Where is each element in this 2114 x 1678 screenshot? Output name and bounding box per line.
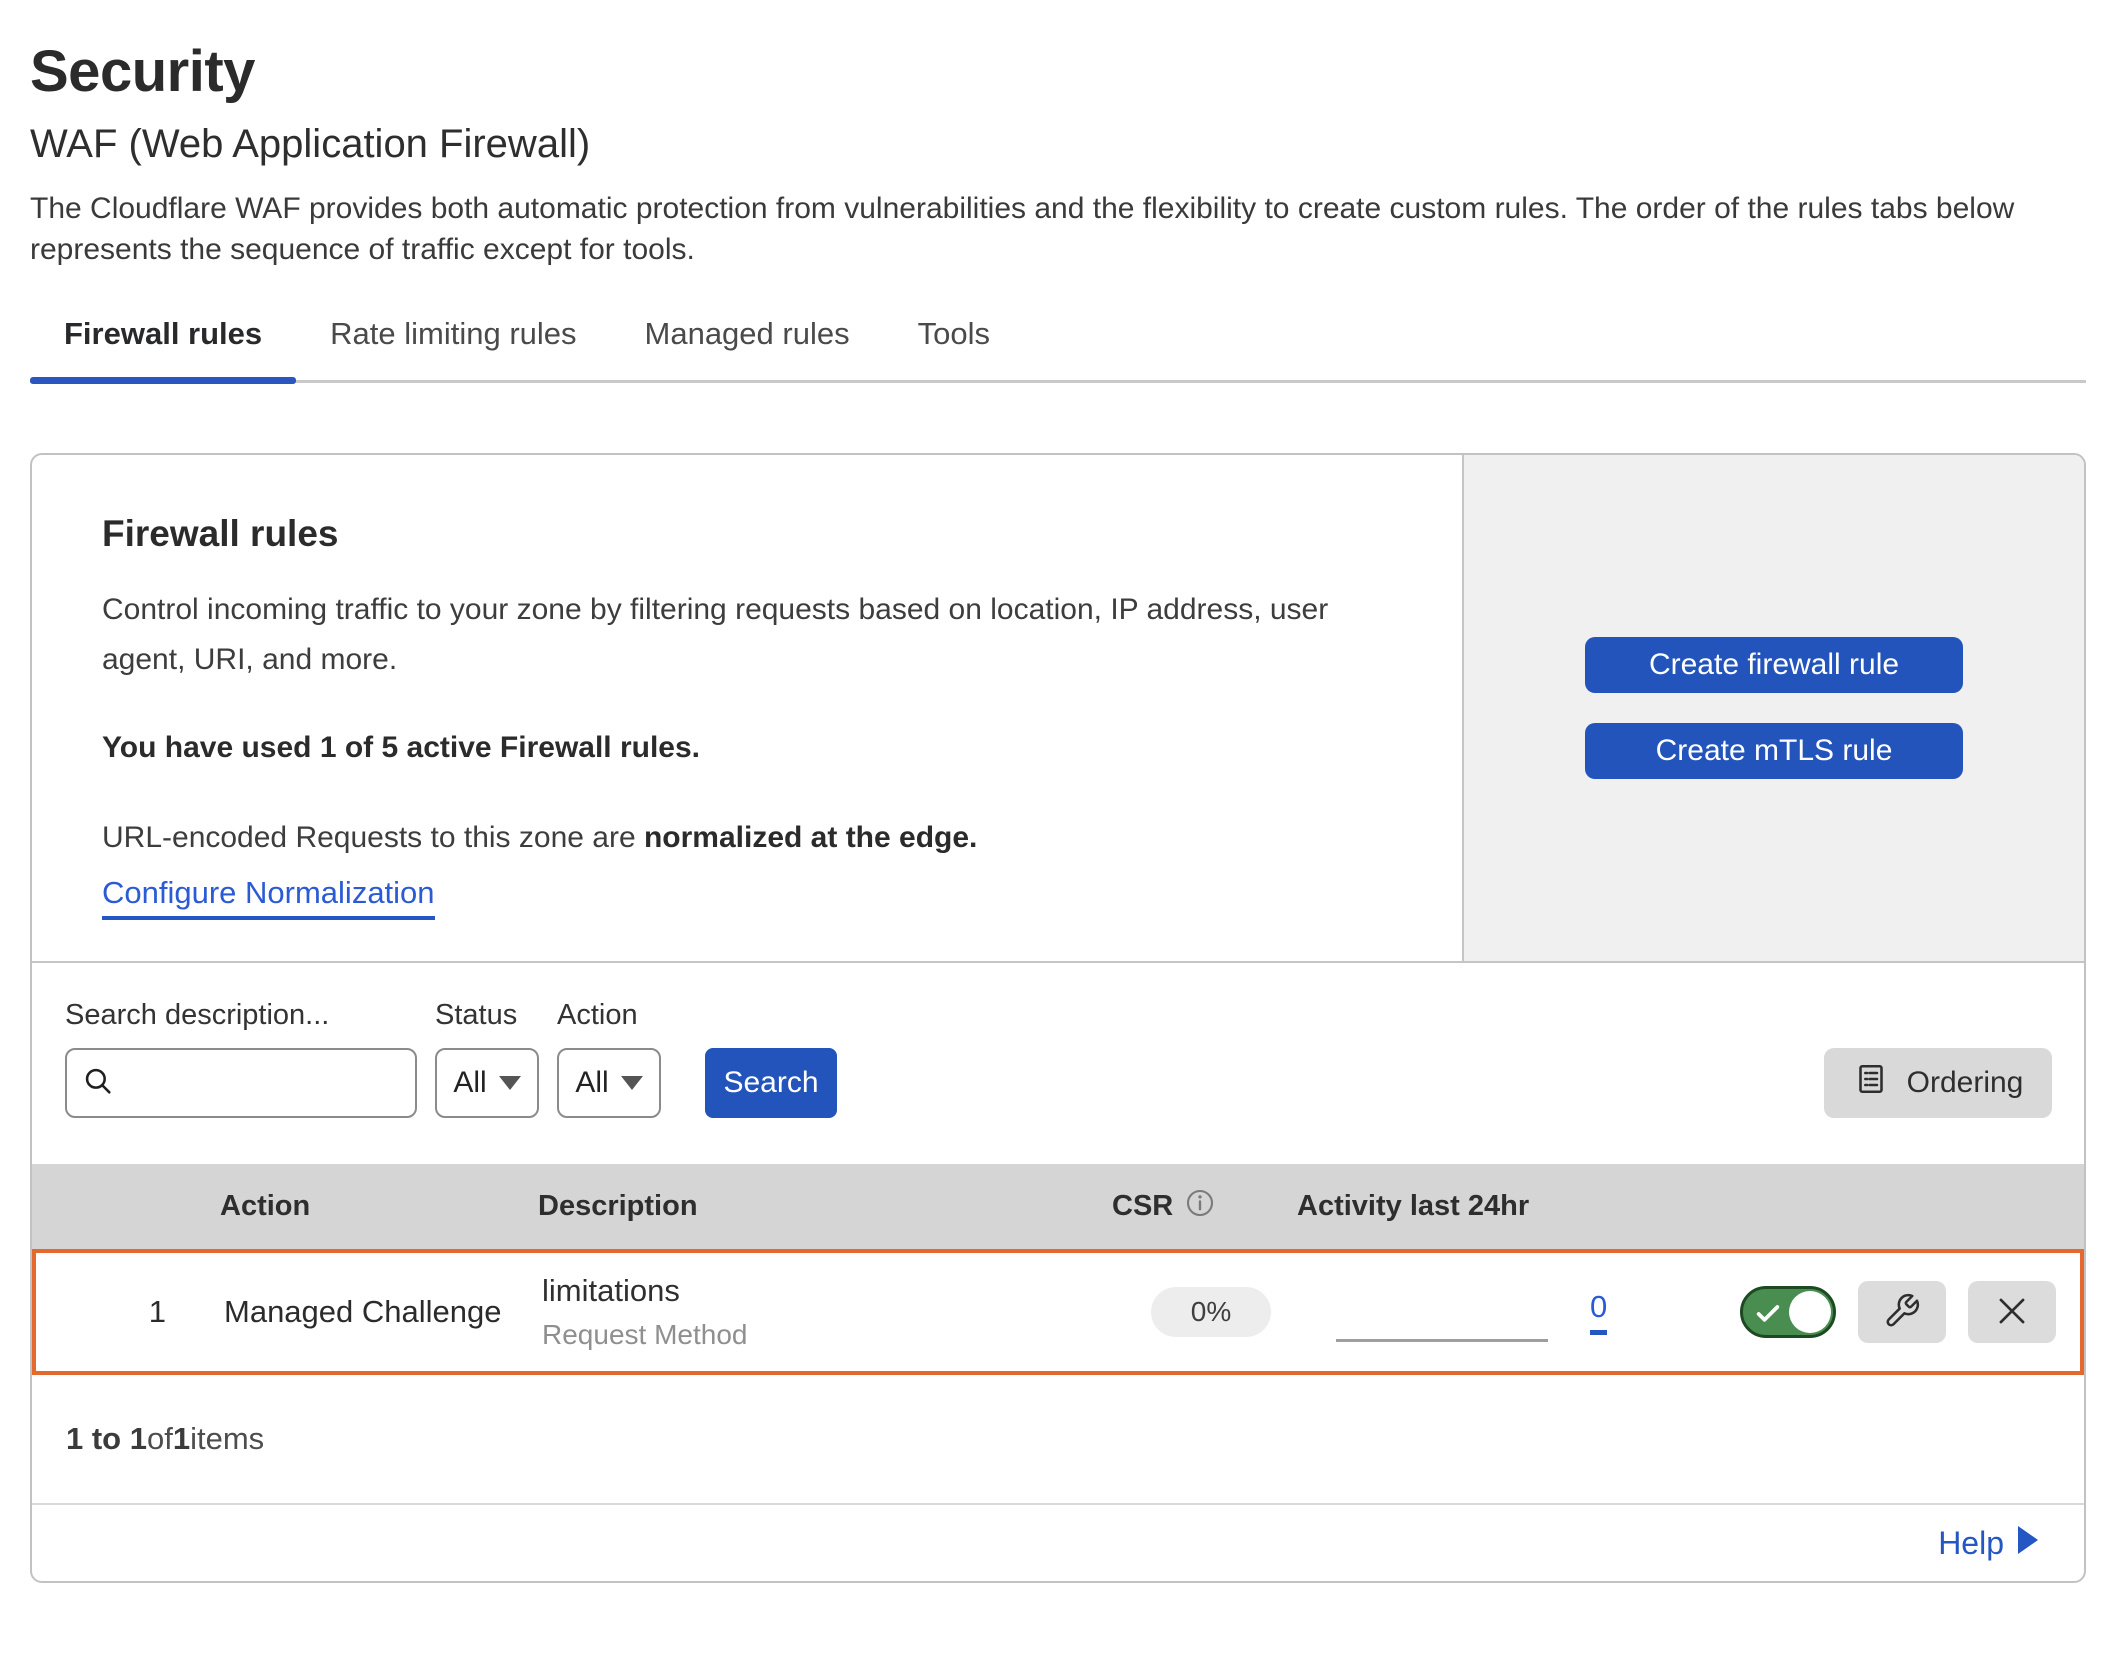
rule-activity-cell: 0 (1296, 1283, 1706, 1342)
section-heading: Firewall rules (102, 513, 1402, 555)
check-icon (1754, 1302, 1782, 1326)
rules-table-header: Action Description CSR Activity last 24h… (32, 1164, 2084, 1249)
activity-count-link[interactable]: 0 (1590, 1289, 1607, 1335)
rule-table-row[interactable]: 1 Managed Challenge limitations Request … (32, 1249, 2084, 1375)
search-input[interactable] (125, 1066, 401, 1101)
tab-rate-limiting-rules[interactable]: Rate limiting rules (296, 316, 610, 380)
section-description: Control incoming traffic to your zone by… (102, 585, 1402, 685)
info-icon[interactable] (1185, 1188, 1215, 1226)
help-link-label: Help (1938, 1525, 2004, 1562)
rule-csr-cell: 0% (1116, 1287, 1296, 1337)
activity-sparkline (1336, 1283, 1548, 1342)
pagination-of: of (147, 1421, 173, 1457)
ordering-button-label: Ordering (1907, 1066, 2024, 1100)
tab-label: Managed rules (645, 316, 850, 351)
tab-tools[interactable]: Tools (884, 316, 1024, 380)
pagination-summary: 1 to 1 of 1 items (32, 1375, 2084, 1505)
pagination-items: items (190, 1421, 264, 1457)
header-csr-label: CSR (1112, 1190, 1173, 1223)
tab-managed-rules[interactable]: Managed rules (611, 316, 884, 380)
pagination-total: 1 (173, 1421, 190, 1457)
help-link[interactable]: Help (1938, 1525, 2040, 1562)
firewall-rules-overview: Firewall rules Control incoming traffic … (32, 455, 2084, 963)
normalization-note-bold: normalized at the edge. (644, 821, 977, 854)
rule-expression: Request Method (542, 1319, 1116, 1351)
page-subtitle: WAF (Web Application Firewall) (30, 120, 2086, 168)
action-select[interactable]: All (557, 1048, 661, 1118)
action-select-value: All (575, 1066, 608, 1100)
chevron-down-icon (621, 1076, 643, 1090)
security-waf-page: Security WAF (Web Application Firewall) … (0, 40, 2114, 1583)
usage-summary: You have used 1 of 5 active Firewall rul… (102, 731, 1402, 765)
header-csr: CSR (1112, 1188, 1292, 1226)
action-filter-group: Action All (557, 999, 661, 1118)
waf-tabbar: Firewall rules Rate limiting rules Manag… (30, 316, 2086, 383)
chevron-down-icon (499, 1076, 521, 1090)
status-filter-group: Status All (435, 999, 539, 1118)
rule-enabled-toggle[interactable] (1740, 1286, 1836, 1338)
csr-badge: 0% (1151, 1287, 1271, 1337)
header-action: Action (192, 1190, 512, 1223)
edit-rule-button[interactable] (1858, 1281, 1946, 1343)
page-title: Security (30, 40, 2086, 104)
header-description: Description (512, 1190, 1112, 1223)
search-label: Search description... (65, 999, 417, 1032)
wrench-icon (1883, 1292, 1921, 1333)
tab-label: Rate limiting rules (330, 316, 576, 351)
filter-bar: Search description... Status All Action (32, 963, 2084, 1164)
search-box (65, 1048, 417, 1118)
status-label: Status (435, 999, 539, 1032)
search-button[interactable]: Search (705, 1048, 837, 1118)
search-icon (81, 1064, 115, 1103)
search-filter-group: Search description... (65, 999, 417, 1118)
normalization-note-prefix: URL-encoded Requests to this zone are (102, 821, 644, 854)
rule-description-cell: limitations Request Method (516, 1273, 1116, 1351)
close-icon (1993, 1292, 2031, 1333)
rule-controls-cell (1706, 1281, 2080, 1343)
pagination-range: 1 to 1 (66, 1421, 147, 1457)
create-mtls-rule-button[interactable]: Create mTLS rule (1585, 723, 1963, 779)
firewall-rules-card: Firewall rules Control incoming traffic … (30, 453, 2086, 1583)
ordering-list-icon (1853, 1061, 1889, 1105)
header-activity: Activity last 24hr (1292, 1190, 1702, 1223)
normalization-note: URL-encoded Requests to this zone are no… (102, 821, 1402, 855)
rule-order: 1 (36, 1294, 196, 1330)
tab-label: Firewall rules (64, 316, 262, 351)
tab-label: Tools (918, 316, 990, 351)
status-select[interactable]: All (435, 1048, 539, 1118)
status-select-value: All (453, 1066, 486, 1100)
ordering-button[interactable]: Ordering (1824, 1048, 2052, 1118)
rule-action: Managed Challenge (196, 1294, 516, 1330)
help-row: Help (32, 1505, 2084, 1581)
tab-firewall-rules[interactable]: Firewall rules (30, 316, 296, 380)
help-arrow-icon (2016, 1525, 2040, 1562)
action-label: Action (557, 999, 661, 1032)
delete-rule-button[interactable] (1968, 1281, 2056, 1343)
overview-text-panel: Firewall rules Control incoming traffic … (32, 455, 1462, 961)
rule-description: limitations (542, 1273, 1116, 1309)
create-firewall-rule-button[interactable]: Create firewall rule (1585, 637, 1963, 693)
configure-normalization-link[interactable]: Configure Normalization (102, 875, 435, 920)
page-description: The Cloudflare WAF provides both automat… (30, 188, 2086, 270)
actions-panel: Create firewall rule Create mTLS rule (1462, 455, 2084, 961)
toggle-knob (1789, 1291, 1831, 1333)
